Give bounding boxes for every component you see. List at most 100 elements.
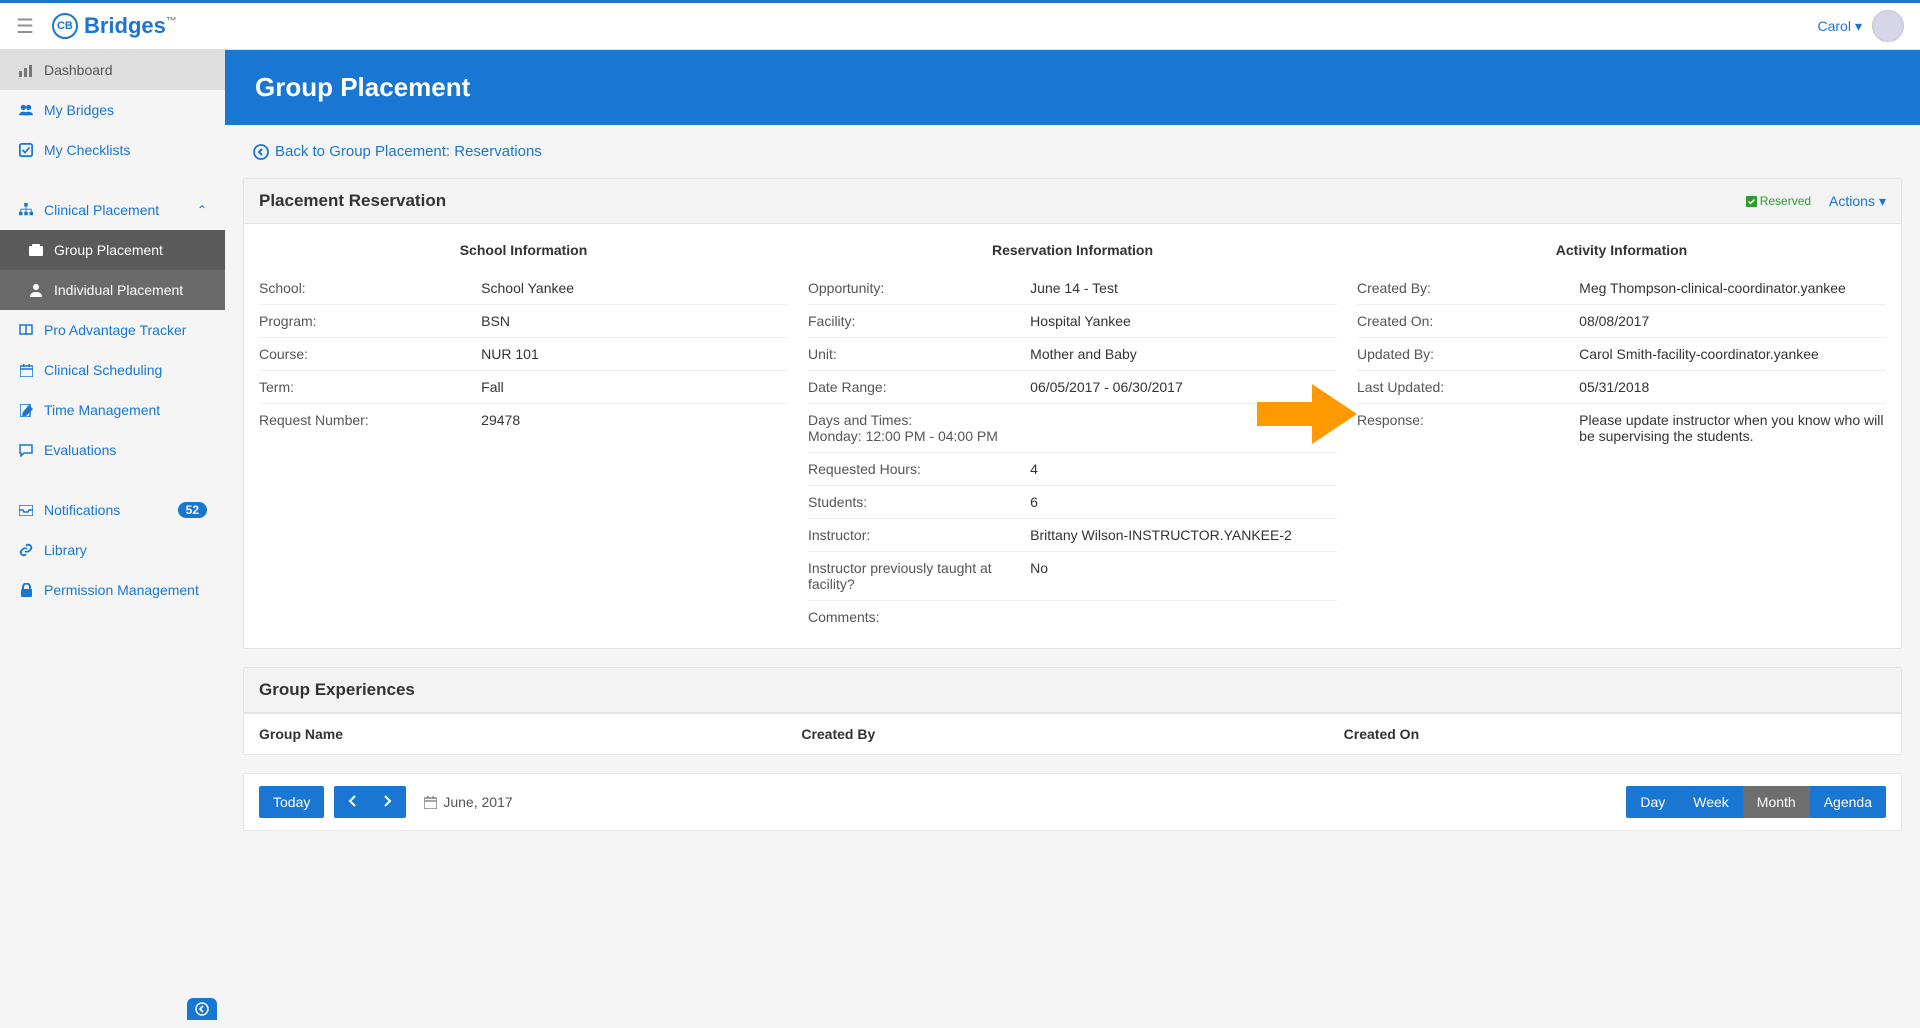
column-header: School Information [259, 232, 788, 272]
user-menu[interactable]: Carol ▾ [1818, 18, 1863, 35]
chevron-right-icon [384, 795, 392, 807]
info-value [1030, 609, 1337, 625]
brand-logo-icon: CB [52, 13, 78, 39]
sidebar-item-permission-management[interactable]: Permission Management [0, 570, 225, 610]
sidebar-item-library[interactable]: Library [0, 530, 225, 570]
info-label: Unit: [808, 346, 1030, 362]
panel-title: Group Experiences [259, 680, 415, 700]
sidebar-label: Time Management [44, 402, 160, 418]
view-week-button[interactable]: Week [1679, 786, 1743, 818]
info-value: 05/31/2018 [1579, 379, 1886, 395]
menu-icon[interactable]: ☰ [16, 14, 34, 39]
sidebar-item-pro-advantage[interactable]: Pro Advantage Tracker [0, 310, 225, 350]
sidebar-label: Dashboard [44, 62, 113, 78]
sidebar-label: My Checklists [44, 142, 130, 158]
page-title: Group Placement [255, 72, 1890, 103]
sidebar-item-my-checklists[interactable]: My Checklists [0, 130, 225, 170]
check-square-icon [1746, 196, 1757, 207]
lock-icon [18, 583, 34, 597]
chevron-left-icon [348, 795, 356, 807]
edit-icon [18, 404, 34, 417]
sidebar-item-clinical-placement[interactable]: Clinical Placement ⌃ [0, 190, 225, 230]
back-link[interactable]: Back to Group Placement: Reservations [253, 143, 542, 160]
info-label: Term: [259, 379, 481, 395]
sidebar: Dashboard My Bridges My Checklists Clini [0, 50, 225, 1028]
calendar-month-label: June, 2017 [424, 794, 512, 810]
group-experiences-panel: Group Experiences Group Name Created By … [243, 667, 1902, 755]
column-header-created-on: Created On [1344, 726, 1886, 742]
info-label: Requested Hours: [808, 461, 1030, 477]
chevron-up-icon: ⌃ [197, 203, 207, 217]
view-day-button[interactable]: Day [1626, 786, 1679, 818]
caret-down-icon: ▾ [1855, 18, 1862, 35]
back-link-text: Back to Group Placement: Reservations [275, 143, 542, 160]
placement-reservation-panel: Placement Reservation Reserved Actions ▾ [243, 178, 1902, 649]
activity-info-column: Activity Information Created By:Meg Thom… [1357, 232, 1886, 633]
info-value: NUR 101 [481, 346, 788, 362]
info-label: Date Range: [808, 379, 1030, 395]
user-icon [28, 283, 44, 297]
sidebar-item-notifications[interactable]: Notifications 52 [0, 490, 225, 530]
brand[interactable]: CB Bridges™ [52, 13, 177, 39]
info-label: Response: [1357, 412, 1579, 444]
actions-dropdown[interactable]: Actions ▾ [1829, 193, 1886, 210]
info-label: School: [259, 280, 481, 296]
sidebar-item-dashboard[interactable]: Dashboard [0, 50, 225, 90]
view-agenda-button[interactable]: Agenda [1810, 786, 1886, 818]
brand-name: Bridges™ [84, 13, 177, 39]
sidebar-item-time-management[interactable]: Time Management [0, 390, 225, 430]
column-header-created-by: Created By [801, 726, 1343, 742]
info-value: June 14 - Test [1030, 280, 1337, 296]
check-icon [18, 143, 34, 157]
school-info-column: School Information School:School Yankee … [259, 232, 788, 633]
sidebar-item-my-bridges[interactable]: My Bridges [0, 90, 225, 130]
reserved-badge: Reserved [1746, 194, 1811, 208]
info-label: Updated By: [1357, 346, 1579, 362]
info-value: 29478 [481, 412, 788, 428]
info-value: School Yankee [481, 280, 788, 296]
info-value: Hospital Yankee [1030, 313, 1337, 329]
view-month-button[interactable]: Month [1743, 786, 1810, 818]
calendar-next-button[interactable] [370, 786, 406, 818]
info-value: No [1030, 560, 1337, 592]
sidebar-label: Pro Advantage Tracker [44, 322, 186, 338]
column-header-group-name: Group Name [259, 726, 801, 742]
info-value: 08/08/2017 [1579, 313, 1886, 329]
caret-down-icon: ▾ [1879, 193, 1886, 210]
sidebar-item-group-placement[interactable]: Group Placement [0, 230, 225, 270]
info-label: Opportunity: [808, 280, 1030, 296]
sidebar-item-clinical-scheduling[interactable]: Clinical Scheduling [0, 350, 225, 390]
main-content: Group Placement Back to Group Placement:… [225, 50, 1920, 1028]
sidebar-label: Library [44, 542, 87, 558]
info-value: Please update instructor when you know w… [1579, 412, 1886, 444]
sidebar-item-individual-placement[interactable]: Individual Placement [0, 270, 225, 310]
sidebar-label: Notifications [44, 502, 120, 518]
info-value: Meg Thompson-clinical-coordinator.yankee [1579, 280, 1886, 296]
calendar-panel: Today June, 2017 [243, 773, 1902, 831]
info-value: Fall [481, 379, 788, 395]
info-label: Instructor previously taught at facility… [808, 560, 1030, 592]
info-value: Brittany Wilson-INSTRUCTOR.YANKEE-2 [1030, 527, 1337, 543]
topbar: ☰ CB Bridges™ Carol ▾ [0, 0, 1920, 50]
info-label: Instructor: [808, 527, 1030, 543]
calendar-icon [18, 364, 34, 377]
column-header: Reservation Information [808, 232, 1337, 272]
column-header: Activity Information [1357, 232, 1886, 272]
calendar-view-switch: Day Week Month Agenda [1626, 786, 1886, 818]
calendar-icon [424, 796, 437, 809]
sidebar-label: Evaluations [44, 442, 116, 458]
calendar-nav [334, 786, 406, 818]
info-value: 4 [1030, 461, 1337, 477]
book-icon [18, 324, 34, 336]
info-value: BSN [481, 313, 788, 329]
info-label: Students: [808, 494, 1030, 510]
sidebar-item-evaluations[interactable]: Evaluations [0, 430, 225, 470]
info-label: Facility: [808, 313, 1030, 329]
page-header: Group Placement [225, 50, 1920, 125]
calendar-prev-button[interactable] [334, 786, 370, 818]
avatar[interactable] [1872, 10, 1904, 42]
today-button[interactable]: Today [259, 786, 324, 818]
inbox-icon [18, 505, 34, 516]
info-label: Request Number: [259, 412, 481, 428]
sidebar-collapse-button[interactable] [187, 998, 217, 1020]
